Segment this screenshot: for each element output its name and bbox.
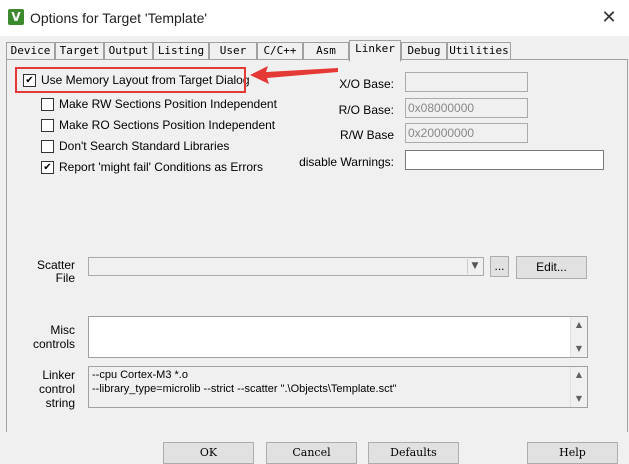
scroll-down-icon[interactable]: ▼ <box>571 392 587 406</box>
report-might-fail-checkbox[interactable]: ✔ <box>41 161 54 174</box>
scatter-file-combo[interactable]: ▼ <box>88 257 484 276</box>
ok-button[interactable]: OK <box>163 442 254 464</box>
rw-base-label: R/W Base <box>339 128 394 142</box>
linker-control-label-line3: string <box>45 396 75 410</box>
chevron-down-icon[interactable]: ▼ <box>467 259 482 274</box>
dont-search-std-libs-checkbox[interactable] <box>41 140 54 153</box>
cancel-button[interactable]: Cancel <box>266 442 357 464</box>
tab-user[interactable]: User <box>209 42 257 60</box>
tab-strip: Device Target Output Listing User C/C++ … <box>6 40 626 62</box>
keil-app-icon: V <box>8 9 24 25</box>
scroll-down-icon[interactable]: ▼ <box>571 342 587 356</box>
scatter-label-line2: File <box>55 271 75 285</box>
highlight-box <box>15 67 246 93</box>
misc-label-line1: Misc <box>50 323 75 337</box>
linker-control-label-line1: Linker <box>42 368 75 382</box>
linker-control-scrollbar[interactable]: ▲ ▼ <box>570 367 587 407</box>
linker-control-line-2: --library_type=microlib --strict --scatt… <box>92 383 397 395</box>
help-button[interactable]: Help <box>527 442 618 464</box>
xo-base-field <box>405 72 528 92</box>
tab-output[interactable]: Output <box>104 42 153 60</box>
misc-scrollbar[interactable]: ▲ ▼ <box>570 317 587 357</box>
tab-target[interactable]: Target <box>55 42 104 60</box>
misc-controls-textarea[interactable]: ▲ ▼ <box>88 316 588 358</box>
ro-base-field: 0x08000000 <box>405 98 528 118</box>
misc-label-line2: controls <box>32 337 75 351</box>
ro-position-independent-checkbox[interactable] <box>41 119 54 132</box>
rw-base-field: 0x20000000 <box>405 123 528 143</box>
tab-debug[interactable]: Debug <box>401 42 447 60</box>
window-title: Options for Target 'Template' <box>30 10 208 26</box>
close-button[interactable]: ✕ <box>596 6 622 30</box>
browse-button[interactable]: ... <box>490 256 509 277</box>
xo-base-label: X/O Base: <box>339 77 394 91</box>
linker-control-line-1: --cpu Cortex-M3 *.o <box>92 369 188 381</box>
dont-search-std-libs-label: Don't Search Standard Libraries <box>59 139 230 153</box>
rw-position-independent-checkbox[interactable] <box>41 98 54 111</box>
tab-device[interactable]: Device <box>6 42 55 60</box>
defaults-button[interactable]: Defaults <box>368 442 459 464</box>
scatter-label-line1: Scatter <box>36 258 75 272</box>
title-bar: V Options for Target 'Template' ✕ <box>0 0 629 36</box>
report-might-fail-label: Report 'might fail' Conditions as Errors <box>59 160 263 174</box>
linker-control-string-box[interactable]: --cpu Cortex-M3 *.o --library_type=micro… <box>88 366 588 408</box>
disable-warnings-label: disable Warnings: <box>299 155 394 169</box>
ro-base-label: R/O Base: <box>338 103 394 117</box>
scroll-up-icon[interactable]: ▲ <box>571 318 587 332</box>
tab-asm[interactable]: Asm <box>303 42 349 60</box>
tab-linker[interactable]: Linker <box>349 40 401 62</box>
tab-utilities[interactable]: Utilities <box>447 42 511 60</box>
ro-position-independent-label: Make RO Sections Position Independent <box>59 118 276 132</box>
tab-listing[interactable]: Listing <box>153 42 209 60</box>
edit-button[interactable]: Edit... <box>516 256 587 279</box>
scroll-up-icon[interactable]: ▲ <box>571 368 587 382</box>
rw-position-independent-label: Make RW Sections Position Independent <box>59 97 277 111</box>
linker-control-label-line2: control <box>38 382 75 396</box>
disable-warnings-input[interactable] <box>405 150 604 170</box>
tab-c-cpp[interactable]: C/C++ <box>257 42 303 60</box>
